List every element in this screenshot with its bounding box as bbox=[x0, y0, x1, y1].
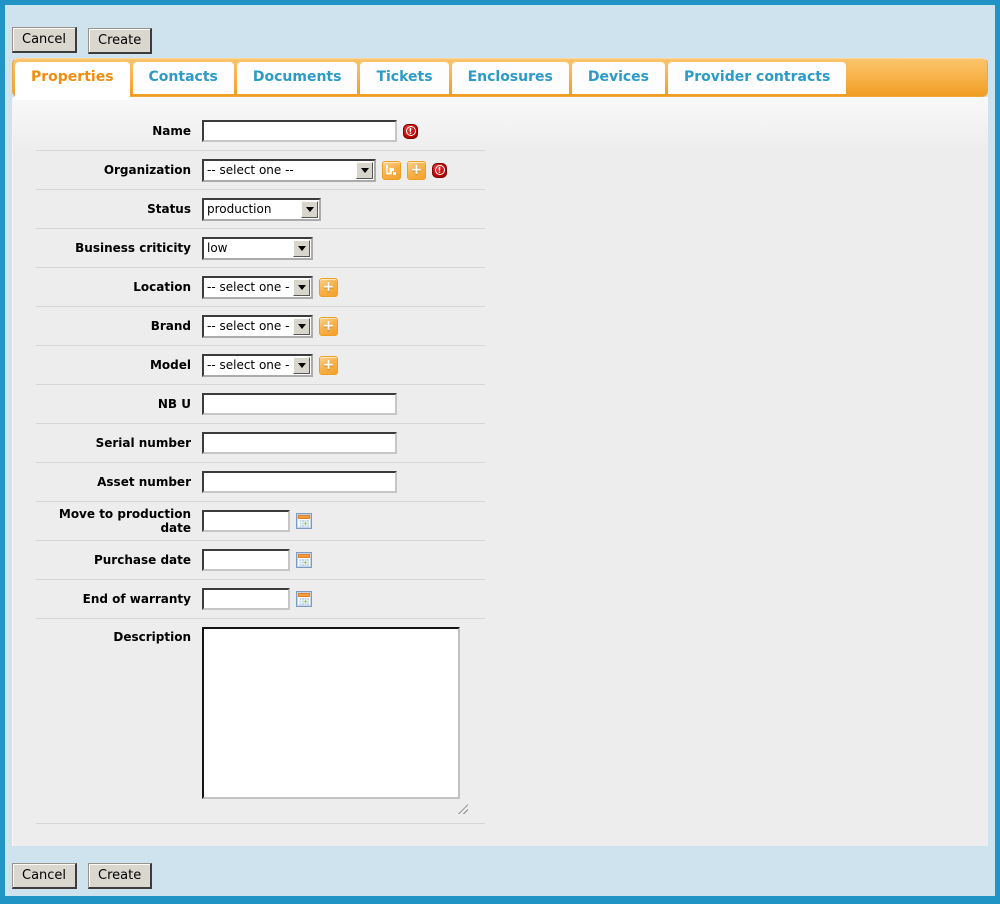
tab-enclosures[interactable]: Enclosures bbox=[452, 62, 569, 94]
field-area-asset-number bbox=[202, 471, 397, 493]
add-location-button[interactable]: + bbox=[319, 278, 338, 297]
status-selected-value: production bbox=[207, 202, 271, 216]
field-area-move-to-production-date bbox=[202, 510, 312, 532]
form-row-model: Model -- select one -- + bbox=[36, 346, 485, 385]
tab-contacts[interactable]: Contacts bbox=[133, 62, 234, 94]
add-brand-button[interactable]: + bbox=[319, 317, 338, 336]
tab-provider-contracts[interactable]: Provider contracts bbox=[668, 62, 846, 94]
exclamation-glyph: ! bbox=[435, 165, 445, 175]
field-label-organization: Organization bbox=[36, 163, 191, 177]
business-criticity-select[interactable]: low bbox=[202, 237, 313, 260]
status-select[interactable]: production bbox=[202, 198, 321, 221]
create-form: Name! Organization -- select one -- +! Stat… bbox=[36, 112, 485, 824]
cancel-button-top[interactable]: Cancel bbox=[12, 27, 77, 53]
field-label-move-to-production-date: Move to production date bbox=[36, 507, 191, 535]
field-area-brand: -- select one -- + bbox=[202, 315, 338, 338]
dropdown-arrow-icon[interactable] bbox=[293, 318, 310, 335]
form-row-organization: Organization -- select one -- +! bbox=[36, 151, 485, 190]
browse-hierarchy-button[interactable] bbox=[382, 161, 401, 180]
form-row-move-to-production-date: Move to production date bbox=[36, 502, 485, 541]
exclamation-glyph: ! bbox=[406, 126, 416, 136]
dropdown-arrow-icon[interactable] bbox=[293, 240, 310, 257]
field-area-organization: -- select one -- +! bbox=[202, 159, 447, 182]
field-area-business-criticity: low bbox=[202, 237, 313, 260]
dropdown-arrow-icon[interactable] bbox=[293, 279, 310, 296]
field-label-location: Location bbox=[36, 280, 191, 294]
calendar-icon[interactable] bbox=[296, 552, 312, 568]
field-area-end-of-warranty bbox=[202, 588, 312, 610]
field-area-location: -- select one -- + bbox=[202, 276, 338, 299]
field-label-end-of-warranty: End of warranty bbox=[36, 592, 191, 606]
form-row-serial-number: Serial number bbox=[36, 424, 485, 463]
tab-properties[interactable]: Properties bbox=[15, 62, 130, 100]
create-button-top[interactable]: Create bbox=[88, 28, 152, 54]
nb-u-input[interactable] bbox=[202, 393, 397, 415]
name-input[interactable] bbox=[202, 120, 397, 142]
description-textarea[interactable] bbox=[202, 627, 460, 799]
calendar-icon[interactable] bbox=[296, 591, 312, 607]
model-selected-value: -- select one -- bbox=[207, 358, 290, 372]
tab-documents[interactable]: Documents bbox=[237, 62, 358, 94]
purchase-date-input[interactable] bbox=[202, 549, 290, 571]
form-row-business-criticity: Business criticity low bbox=[36, 229, 485, 268]
tab-bar: PropertiesContactsDocumentsTicketsEnclos… bbox=[12, 58, 988, 97]
tab-devices[interactable]: Devices bbox=[572, 62, 665, 94]
location-select[interactable]: -- select one -- bbox=[202, 276, 313, 299]
location-selected-value: -- select one -- bbox=[207, 280, 290, 294]
form-row-description: Description bbox=[36, 619, 485, 824]
end-of-warranty-input[interactable] bbox=[202, 588, 290, 610]
form-row-asset-number: Asset number bbox=[36, 463, 485, 502]
dropdown-arrow-icon[interactable] bbox=[293, 357, 310, 374]
move-to-production-date-input[interactable] bbox=[202, 510, 290, 532]
field-label-name: Name bbox=[36, 124, 191, 138]
dropdown-arrow-icon[interactable] bbox=[301, 201, 318, 218]
business-criticity-selected-value: low bbox=[207, 241, 228, 255]
calendar-icon[interactable] bbox=[296, 513, 312, 529]
create-button-bottom[interactable]: Create bbox=[88, 863, 152, 889]
serial-number-input[interactable] bbox=[202, 432, 397, 454]
field-label-asset-number: Asset number bbox=[36, 475, 191, 489]
form-row-name: Name! bbox=[36, 112, 485, 151]
form-row-status: Status production bbox=[36, 190, 485, 229]
field-area-status: production bbox=[202, 198, 321, 221]
form-row-location: Location -- select one -- + bbox=[36, 268, 485, 307]
brand-selected-value: -- select one -- bbox=[207, 319, 290, 333]
properties-tab-content: Name! Organization -- select one -- +! Stat… bbox=[12, 97, 988, 846]
field-label-nb-u: NB U bbox=[36, 397, 191, 411]
organization-select[interactable]: -- select one -- bbox=[202, 159, 376, 182]
field-label-purchase-date: Purchase date bbox=[36, 553, 191, 567]
field-label-description: Description bbox=[36, 627, 191, 644]
add-model-button[interactable]: + bbox=[319, 356, 338, 375]
form-row-end-of-warranty: End of warranty bbox=[36, 580, 485, 619]
field-area-model: -- select one -- + bbox=[202, 354, 338, 377]
field-label-status: Status bbox=[36, 202, 191, 216]
asset-number-input[interactable] bbox=[202, 471, 397, 493]
dropdown-arrow-icon[interactable] bbox=[356, 162, 373, 179]
mandatory-field-icon: ! bbox=[432, 163, 447, 178]
field-area-serial-number bbox=[202, 432, 397, 454]
form-row-nb-u: NB U bbox=[36, 385, 485, 424]
brand-select[interactable]: -- select one -- bbox=[202, 315, 313, 338]
cancel-button-bottom[interactable]: Cancel bbox=[12, 863, 77, 889]
mandatory-field-icon: ! bbox=[403, 124, 418, 139]
field-area-purchase-date bbox=[202, 549, 312, 571]
field-area-name: ! bbox=[202, 120, 418, 142]
field-area-nb-u bbox=[202, 393, 397, 415]
add-organization-button[interactable]: + bbox=[407, 161, 426, 180]
field-label-business-criticity: Business criticity bbox=[36, 241, 191, 255]
field-label-serial-number: Serial number bbox=[36, 436, 191, 450]
organization-selected-value: -- select one -- bbox=[207, 163, 294, 177]
field-label-brand: Brand bbox=[36, 319, 191, 333]
description-textarea-wrap bbox=[202, 627, 460, 803]
tab-tickets[interactable]: Tickets bbox=[360, 62, 448, 94]
resize-handle-icon[interactable] bbox=[458, 804, 468, 814]
form-row-brand: Brand -- select one -- + bbox=[36, 307, 485, 346]
field-area-description bbox=[202, 627, 460, 803]
field-label-model: Model bbox=[36, 358, 191, 372]
form-row-purchase-date: Purchase date bbox=[36, 541, 485, 580]
model-select[interactable]: -- select one -- bbox=[202, 354, 313, 377]
